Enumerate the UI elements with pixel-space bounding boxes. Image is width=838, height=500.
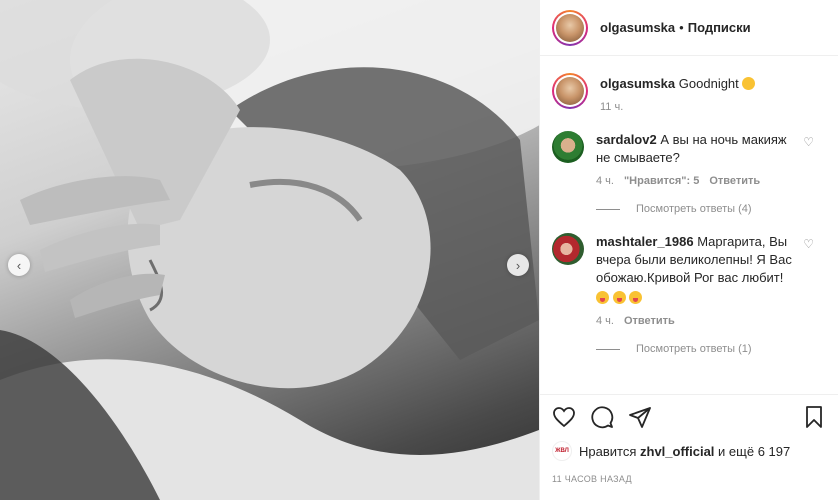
- tongue-emoji-icon: [596, 291, 609, 304]
- divider-line: [596, 348, 620, 350]
- share-icon[interactable]: [628, 405, 652, 429]
- caption-text: Goodnight: [678, 76, 739, 91]
- comment-icon[interactable]: [590, 405, 614, 429]
- likes-prefix: Нравится: [579, 443, 637, 459]
- comment-like-heart-icon[interactable]: ♡: [803, 135, 814, 149]
- post-actions: ЖВЛ Нравится zhvl_official и ещё 6 197 1…: [540, 394, 838, 484]
- comment-item: mashtaler_1986 Маргарита, Вы вчера были …: [552, 233, 826, 327]
- bookmark-icon[interactable]: [802, 405, 826, 429]
- caption-avatar[interactable]: [552, 73, 588, 109]
- comment-username[interactable]: sardalov2: [596, 132, 657, 147]
- comments-list: olgasumska Goodnight 11 ч. sardalov2 А в…: [540, 57, 838, 394]
- reply-button[interactable]: Ответить: [709, 175, 760, 187]
- tongue-emoji-icon: [629, 291, 643, 304]
- author-username[interactable]: olgasumska: [600, 20, 675, 35]
- prev-photo-button[interactable]: ‹: [8, 254, 30, 276]
- tongue-emoji-icon: [612, 291, 626, 304]
- smile-emoji-icon: [742, 77, 756, 90]
- comment-like-heart-icon[interactable]: ♡: [803, 237, 814, 251]
- comment-time[interactable]: 4 ч.: [596, 175, 614, 187]
- commenter-avatar[interactable]: [552, 131, 584, 163]
- view-replies-button[interactable]: Посмотреть ответы (1): [596, 343, 826, 355]
- separator-dot: •: [679, 20, 684, 35]
- view-replies-label: Посмотреть ответы (4): [636, 203, 752, 215]
- next-photo-button[interactable]: ›: [507, 254, 529, 276]
- likes-summary: ЖВЛ Нравится zhvl_official и ещё 6 197: [552, 441, 826, 461]
- post-header: olgasumska • Подписки: [540, 0, 838, 56]
- chevron-left-icon: ‹: [16, 257, 22, 273]
- view-replies-label: Посмотреть ответы (1): [636, 343, 752, 355]
- divider-line: [596, 208, 620, 210]
- chevron-right-icon: ›: [515, 257, 521, 273]
- comment-username[interactable]: mashtaler_1986: [596, 234, 694, 249]
- caption: olgasumska Goodnight 11 ч.: [552, 73, 826, 113]
- following-button[interactable]: Подписки: [688, 20, 751, 35]
- caption-username[interactable]: olgasumska: [600, 76, 675, 91]
- post-side-panel: olgasumska • Подписки olgasumska Goodnig…: [539, 0, 838, 500]
- heart-icon[interactable]: [552, 405, 576, 429]
- liker-username[interactable]: zhvl_official: [640, 444, 714, 459]
- photo-illustration: [0, 0, 539, 500]
- emoji-row: [596, 289, 800, 307]
- liker-avatar[interactable]: ЖВЛ: [552, 441, 572, 461]
- post-photo: ‹ ›: [0, 0, 539, 500]
- reply-button[interactable]: Ответить: [624, 315, 675, 327]
- caption-time[interactable]: 11 ч.: [600, 101, 623, 113]
- comment-likes-count[interactable]: "Нравится": 5: [624, 175, 699, 187]
- comment-time[interactable]: 4 ч.: [596, 315, 614, 327]
- author-avatar[interactable]: [552, 9, 588, 46]
- likes-suffix[interactable]: и ещё 6 197: [718, 444, 790, 459]
- view-replies-button[interactable]: Посмотреть ответы (4): [596, 203, 826, 215]
- post-timestamp[interactable]: 11 ЧАСОВ НАЗАД: [552, 474, 826, 484]
- comment-item: sardalov2 А вы на ночь макияж не смывает…: [552, 131, 826, 187]
- commenter-avatar[interactable]: [552, 233, 584, 265]
